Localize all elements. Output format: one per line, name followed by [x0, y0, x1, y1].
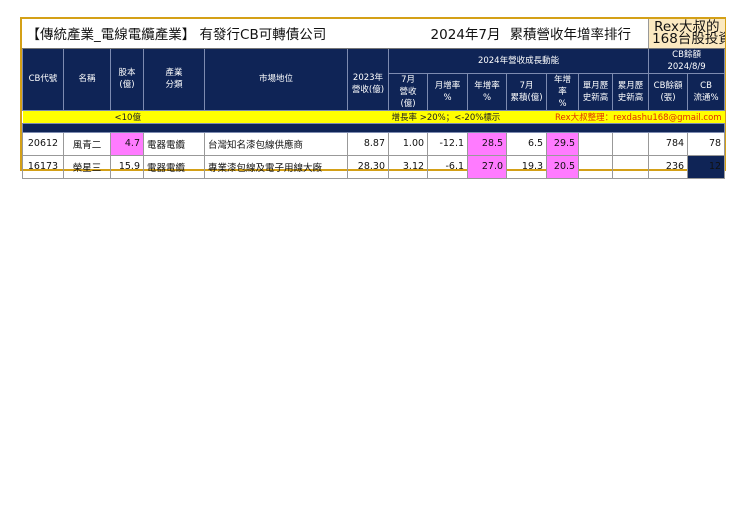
author-badge: Rex大叔的168台股投資教室 — [648, 19, 725, 49]
header-cb-circulation: CB 流通% — [687, 72, 726, 111]
table-row: 20612 風青二 4.7 電器電纜 台灣知名漆包線供應商 8.87 1.00 … — [22, 131, 726, 156]
cell-cumulative: 6.5 — [506, 131, 548, 156]
cell-cum-high — [612, 154, 650, 179]
report-frame: 【傳統產業_電線電纜產業】 有發行CB可轉債公司 2024年7月 累積營收年增率… — [20, 17, 726, 179]
header-cb-balance: CB餘額 (張) — [648, 72, 689, 111]
note-author: Rex大叔整理：rexdashu168@gmail.com — [546, 110, 725, 123]
header-name: 名稱 — [63, 47, 111, 111]
cell-cb-balance: 236 — [648, 154, 689, 179]
cell-rev2023: 8.87 — [347, 131, 389, 156]
cell-cb-balance: 784 — [648, 131, 689, 156]
report-ranking-title: 累積營收年增率排行 — [506, 19, 649, 49]
cell-mom: -12.1 — [427, 131, 469, 156]
cell-cum-yoy: 29.5 — [546, 131, 580, 156]
cell-month-high — [578, 154, 614, 179]
cell-cum-high — [612, 131, 650, 156]
cell-month-revenue: 3.12 — [387, 154, 429, 179]
cell-code: 16173 — [22, 154, 64, 179]
header-code: CB代號 — [22, 47, 64, 111]
header-yoy: 年增率 % — [467, 72, 508, 111]
header-cum-high: 累月歷 史新高 — [612, 72, 650, 111]
report-title: 【傳統產業_電線電纜產業】 有發行CB可轉債公司 — [22, 19, 428, 49]
cell-month-revenue: 1.00 — [387, 131, 429, 156]
cell-capital: 15.9 — [110, 154, 144, 179]
header-cb-group: CB餘額 2024/8/9 — [648, 47, 726, 74]
cell-yoy: 27.0 — [467, 154, 508, 179]
cell-industry: 電器電纜 — [143, 131, 205, 156]
header-industry: 產業 分類 — [143, 47, 205, 111]
cell-yoy: 28.5 — [467, 131, 508, 156]
cell-capital: 4.7 — [110, 131, 144, 156]
header-growth-group: 2024年營收成長動能 — [387, 47, 650, 74]
cell-position: 台灣知名漆包線供應商 — [204, 131, 348, 156]
cell-mom: -6.1 — [427, 154, 469, 179]
cb-ranking-table: 【傳統產業_電線電纜產業】 有發行CB可轉債公司 2024年7月 累積營收年增率… — [21, 19, 726, 179]
header-cum-yoy: 年增率 % — [546, 72, 580, 111]
cell-cum-yoy: 20.5 — [546, 154, 580, 179]
cell-name: 榮星三 — [63, 154, 111, 179]
cell-code: 20612 — [22, 131, 64, 156]
table-row: 16173 榮星三 15.9 電器電纜 專業漆包線及電子用線大廠 28.30 3… — [22, 154, 726, 179]
cell-cb-circulation: 12 — [687, 154, 726, 179]
header-cumulative: 7月 累積(億) — [506, 72, 548, 111]
badge-line2: 168台股投資教室 — [652, 31, 725, 48]
header-rev2023: 2023年 營收(億) — [347, 47, 389, 111]
cell-cb-circulation: 78 — [687, 131, 726, 156]
note-small-cap: <10億 — [110, 110, 348, 123]
header-capital: 股本 (億) — [110, 47, 144, 111]
report-period: 2024年7月 — [427, 19, 507, 49]
cell-cumulative: 19.3 — [506, 154, 548, 179]
note-growth: 增長率 >20%；<-20%標示 — [388, 110, 547, 123]
header-month-high: 單月歷 史新高 — [578, 72, 614, 111]
header-position: 市場地位 — [204, 47, 348, 111]
cell-month-high — [578, 131, 614, 156]
cell-name: 風青二 — [63, 131, 111, 156]
header-month-revenue: 7月 營收(億) — [387, 72, 429, 111]
cell-rev2023: 28.30 — [347, 154, 389, 179]
cell-industry: 電器電纜 — [143, 154, 205, 179]
cell-position: 專業漆包線及電子用線大廠 — [204, 154, 348, 179]
header-mom: 月增率 % — [427, 72, 469, 111]
